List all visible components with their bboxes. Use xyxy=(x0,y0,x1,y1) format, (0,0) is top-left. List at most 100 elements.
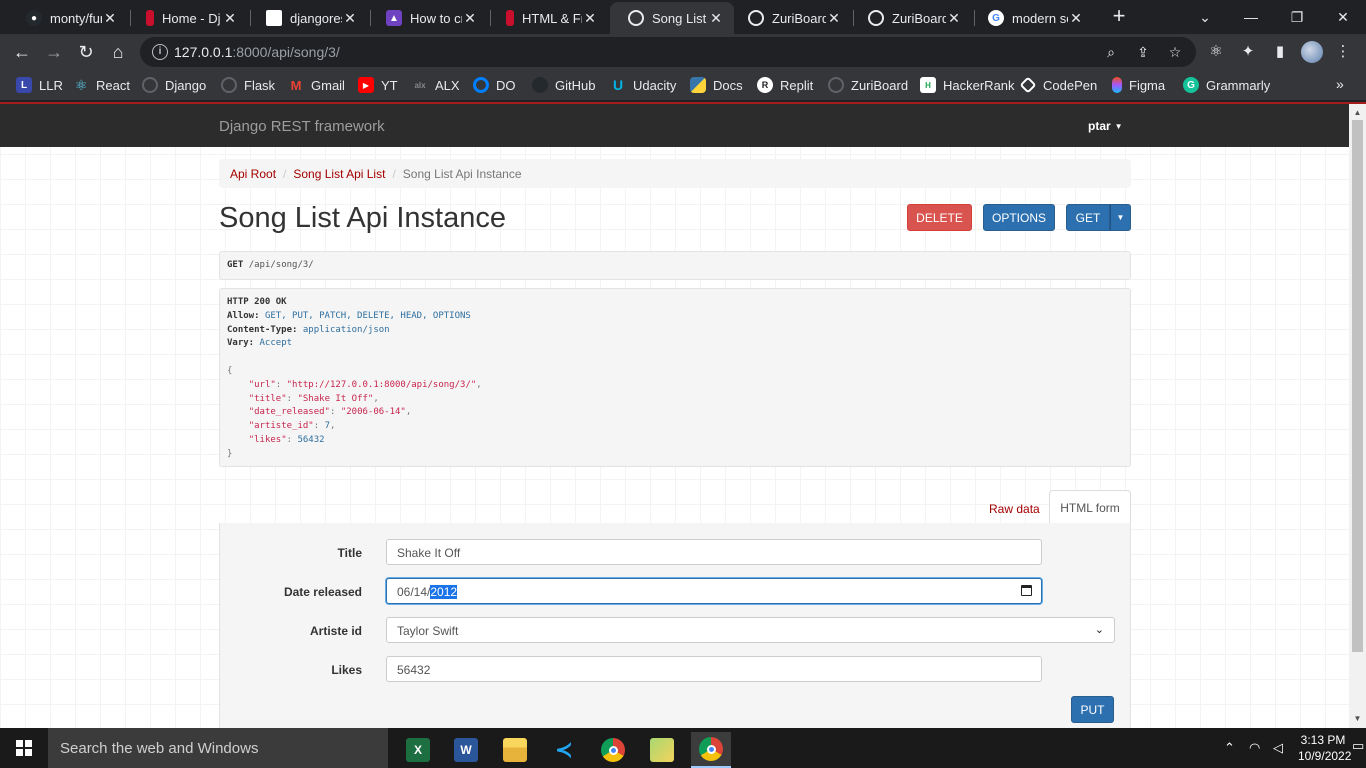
address-bar[interactable]: i 127.0.0.1:8000/api/song/3/ ⌕ ⇪ ☆ xyxy=(140,37,1196,67)
request-path: /api/song/3/ xyxy=(248,260,314,270)
url-text[interactable]: 127.0.0.1:8000/api/song/3/ xyxy=(174,44,340,60)
menu-kebab-icon[interactable]: ⋮ xyxy=(1333,42,1353,62)
bookmark-codepen[interactable]: CodePen xyxy=(1019,76,1097,94)
close-icon[interactable]: ✕ xyxy=(582,10,598,27)
browser-tab[interactable]: ● monty/fun ✕ xyxy=(8,2,128,34)
notifications-icon[interactable]: ▭ xyxy=(1352,738,1364,754)
browser-tab[interactable]: ZuriBoard ✕ xyxy=(850,2,972,34)
close-icon[interactable]: ✕ xyxy=(222,10,238,27)
browser-tab[interactable]: ▲ How to cre ✕ xyxy=(368,2,488,34)
scrollbar-thumb[interactable] xyxy=(1352,120,1363,652)
options-button[interactable]: OPTIONS xyxy=(983,204,1055,231)
browser-tab[interactable]: HTML & Fr ✕ xyxy=(488,2,608,34)
windows-start-icon[interactable] xyxy=(16,740,32,756)
close-icon[interactable]: ✕ xyxy=(342,10,358,27)
delete-button[interactable]: DELETE xyxy=(907,204,972,231)
bookmarks-more-icon[interactable]: » xyxy=(1336,76,1344,92)
tab-search-button[interactable]: ⌄ xyxy=(1182,0,1228,34)
bookmark-llr[interactable]: L LLR xyxy=(16,76,63,94)
tab-raw-data[interactable]: Raw data xyxy=(989,494,1040,522)
site-info-icon[interactable]: i xyxy=(152,44,168,60)
tray-chevron-up-icon[interactable]: ⌃ xyxy=(1224,740,1235,756)
get-format-dropdown[interactable]: ▼ xyxy=(1110,204,1131,231)
close-icon[interactable]: ✕ xyxy=(102,10,118,27)
system-clock[interactable]: 3:13 PM 10/9/2022 xyxy=(1298,732,1351,764)
date-released-input[interactable]: 06/14/2012 xyxy=(386,578,1042,604)
close-icon[interactable]: ✕ xyxy=(946,10,962,27)
word-icon[interactable]: W xyxy=(446,732,486,768)
user-menu[interactable]: ptar ▼ xyxy=(1088,119,1123,133)
folder-icon[interactable] xyxy=(642,732,682,768)
close-window-button[interactable]: ✕ xyxy=(1320,0,1366,34)
zoom-icon[interactable]: ⌕ xyxy=(1103,44,1119,60)
windows-taskbar: Search the web and Windows X W ≺ ⌃ ◠ ◁ 3… xyxy=(0,728,1366,768)
artiste-id-select[interactable]: Taylor Swift ⌄ xyxy=(386,617,1115,643)
bookmark-grammarly[interactable]: G Grammarly xyxy=(1183,76,1270,94)
bookmark-hackerrank[interactable]: H HackerRank xyxy=(920,76,1015,94)
side-panel-icon[interactable]: ▮ xyxy=(1270,42,1290,62)
bookmark-replit[interactable]: R Replit xyxy=(757,76,813,94)
browser-tab[interactable]: G modern sc ✕ xyxy=(970,2,1094,34)
grammarly-icon: G xyxy=(1183,77,1199,93)
wifi-icon[interactable]: ◠ xyxy=(1249,740,1260,756)
breadcrumb-song-list[interactable]: Song List Api List xyxy=(293,167,385,181)
username: ptar xyxy=(1088,119,1111,133)
restore-button[interactable]: ❐ xyxy=(1274,0,1320,34)
scroll-down-arrow-icon[interactable]: ▼ xyxy=(1353,714,1362,723)
title-input[interactable]: Shake It Off xyxy=(386,539,1042,565)
put-button[interactable]: PUT xyxy=(1071,696,1114,723)
bookmark-flask[interactable]: Flask xyxy=(221,76,275,94)
breadcrumb-api-root[interactable]: Api Root xyxy=(230,167,276,181)
chevron-down-icon: ⌄ xyxy=(1094,624,1104,636)
bookmark-zuriboard[interactable]: ZuriBoard xyxy=(828,76,908,94)
likes-input[interactable]: 56432 xyxy=(386,656,1042,682)
home-icon[interactable]: ⌂ xyxy=(106,40,130,64)
page-scrollbar[interactable]: ▲ ▼ xyxy=(1349,104,1366,728)
calendar-icon[interactable] xyxy=(1021,585,1032,596)
chrome-profile-icon[interactable] xyxy=(691,732,731,768)
minimize-button[interactable]: — xyxy=(1228,0,1274,34)
bookmark-github[interactable]: GitHub xyxy=(532,76,595,94)
bookmark-docs[interactable]: Docs xyxy=(690,76,743,94)
profile-avatar[interactable] xyxy=(1301,41,1323,63)
chrome-icon[interactable] xyxy=(593,732,633,768)
scroll-up-arrow-icon[interactable]: ▲ xyxy=(1353,108,1362,117)
bookmark-yt[interactable]: ▶ YT xyxy=(358,76,398,94)
bookmark-gmail[interactable]: M Gmail xyxy=(288,76,345,94)
close-icon[interactable]: ✕ xyxy=(462,10,478,27)
browser-tab[interactable]: ZuriBoard ✕ xyxy=(730,2,852,34)
bookmark-figma[interactable]: Figma xyxy=(1112,76,1165,94)
bookmark-django[interactable]: Django xyxy=(142,76,206,94)
excel-icon[interactable]: X xyxy=(398,732,438,768)
forward-arrow-icon[interactable]: → xyxy=(42,40,66,64)
django-icon xyxy=(146,10,154,26)
star-icon[interactable]: ☆ xyxy=(1167,44,1183,60)
back-arrow-icon[interactable]: ← xyxy=(10,40,34,64)
breadcrumb: Api Root / Song List Api List / Song Lis… xyxy=(219,159,1131,188)
close-icon[interactable]: ✕ xyxy=(826,10,842,27)
reload-icon[interactable]: ↻ xyxy=(74,40,98,64)
drf-brand[interactable]: Django REST framework xyxy=(219,118,385,135)
json-url[interactable]: "http://127.0.0.1:8000/api/song/3/" xyxy=(287,380,477,390)
bookmark-udacity[interactable]: U Udacity xyxy=(610,76,676,94)
volume-icon[interactable]: ◁ xyxy=(1273,740,1283,756)
browser-tab-active[interactable]: Song List A ✕ xyxy=(610,2,734,34)
get-button[interactable]: GET xyxy=(1066,204,1110,231)
tab-html-form[interactable]: HTML form xyxy=(1049,490,1131,524)
close-icon[interactable]: ✕ xyxy=(708,10,724,27)
new-tab-button[interactable]: + xyxy=(1108,5,1130,27)
browser-toolbar: ← → ↻ ⌂ i 127.0.0.1:8000/api/song/3/ ⌕ ⇪… xyxy=(0,34,1366,70)
vscode-icon[interactable]: ≺ xyxy=(544,732,584,768)
share-icon[interactable]: ⇪ xyxy=(1135,44,1151,60)
react-devtools-icon[interactable]: ⚛ xyxy=(1206,42,1226,62)
taskbar-search[interactable]: Search the web and Windows xyxy=(48,728,388,768)
bookmark-do[interactable]: DO xyxy=(473,76,516,94)
response-status: HTTP 200 OK xyxy=(227,297,287,307)
browser-tab[interactable]: djangorest ✕ xyxy=(248,2,368,34)
close-icon[interactable]: ✕ xyxy=(1068,10,1084,27)
browser-tab[interactable]: Home - Dj ✕ xyxy=(128,2,248,34)
extensions-icon[interactable]: ✦ xyxy=(1238,42,1258,62)
file-explorer-icon[interactable] xyxy=(495,732,535,768)
bookmark-react[interactable]: ⚛ React xyxy=(73,76,130,94)
bookmark-alx[interactable]: alx ALX xyxy=(412,76,459,94)
